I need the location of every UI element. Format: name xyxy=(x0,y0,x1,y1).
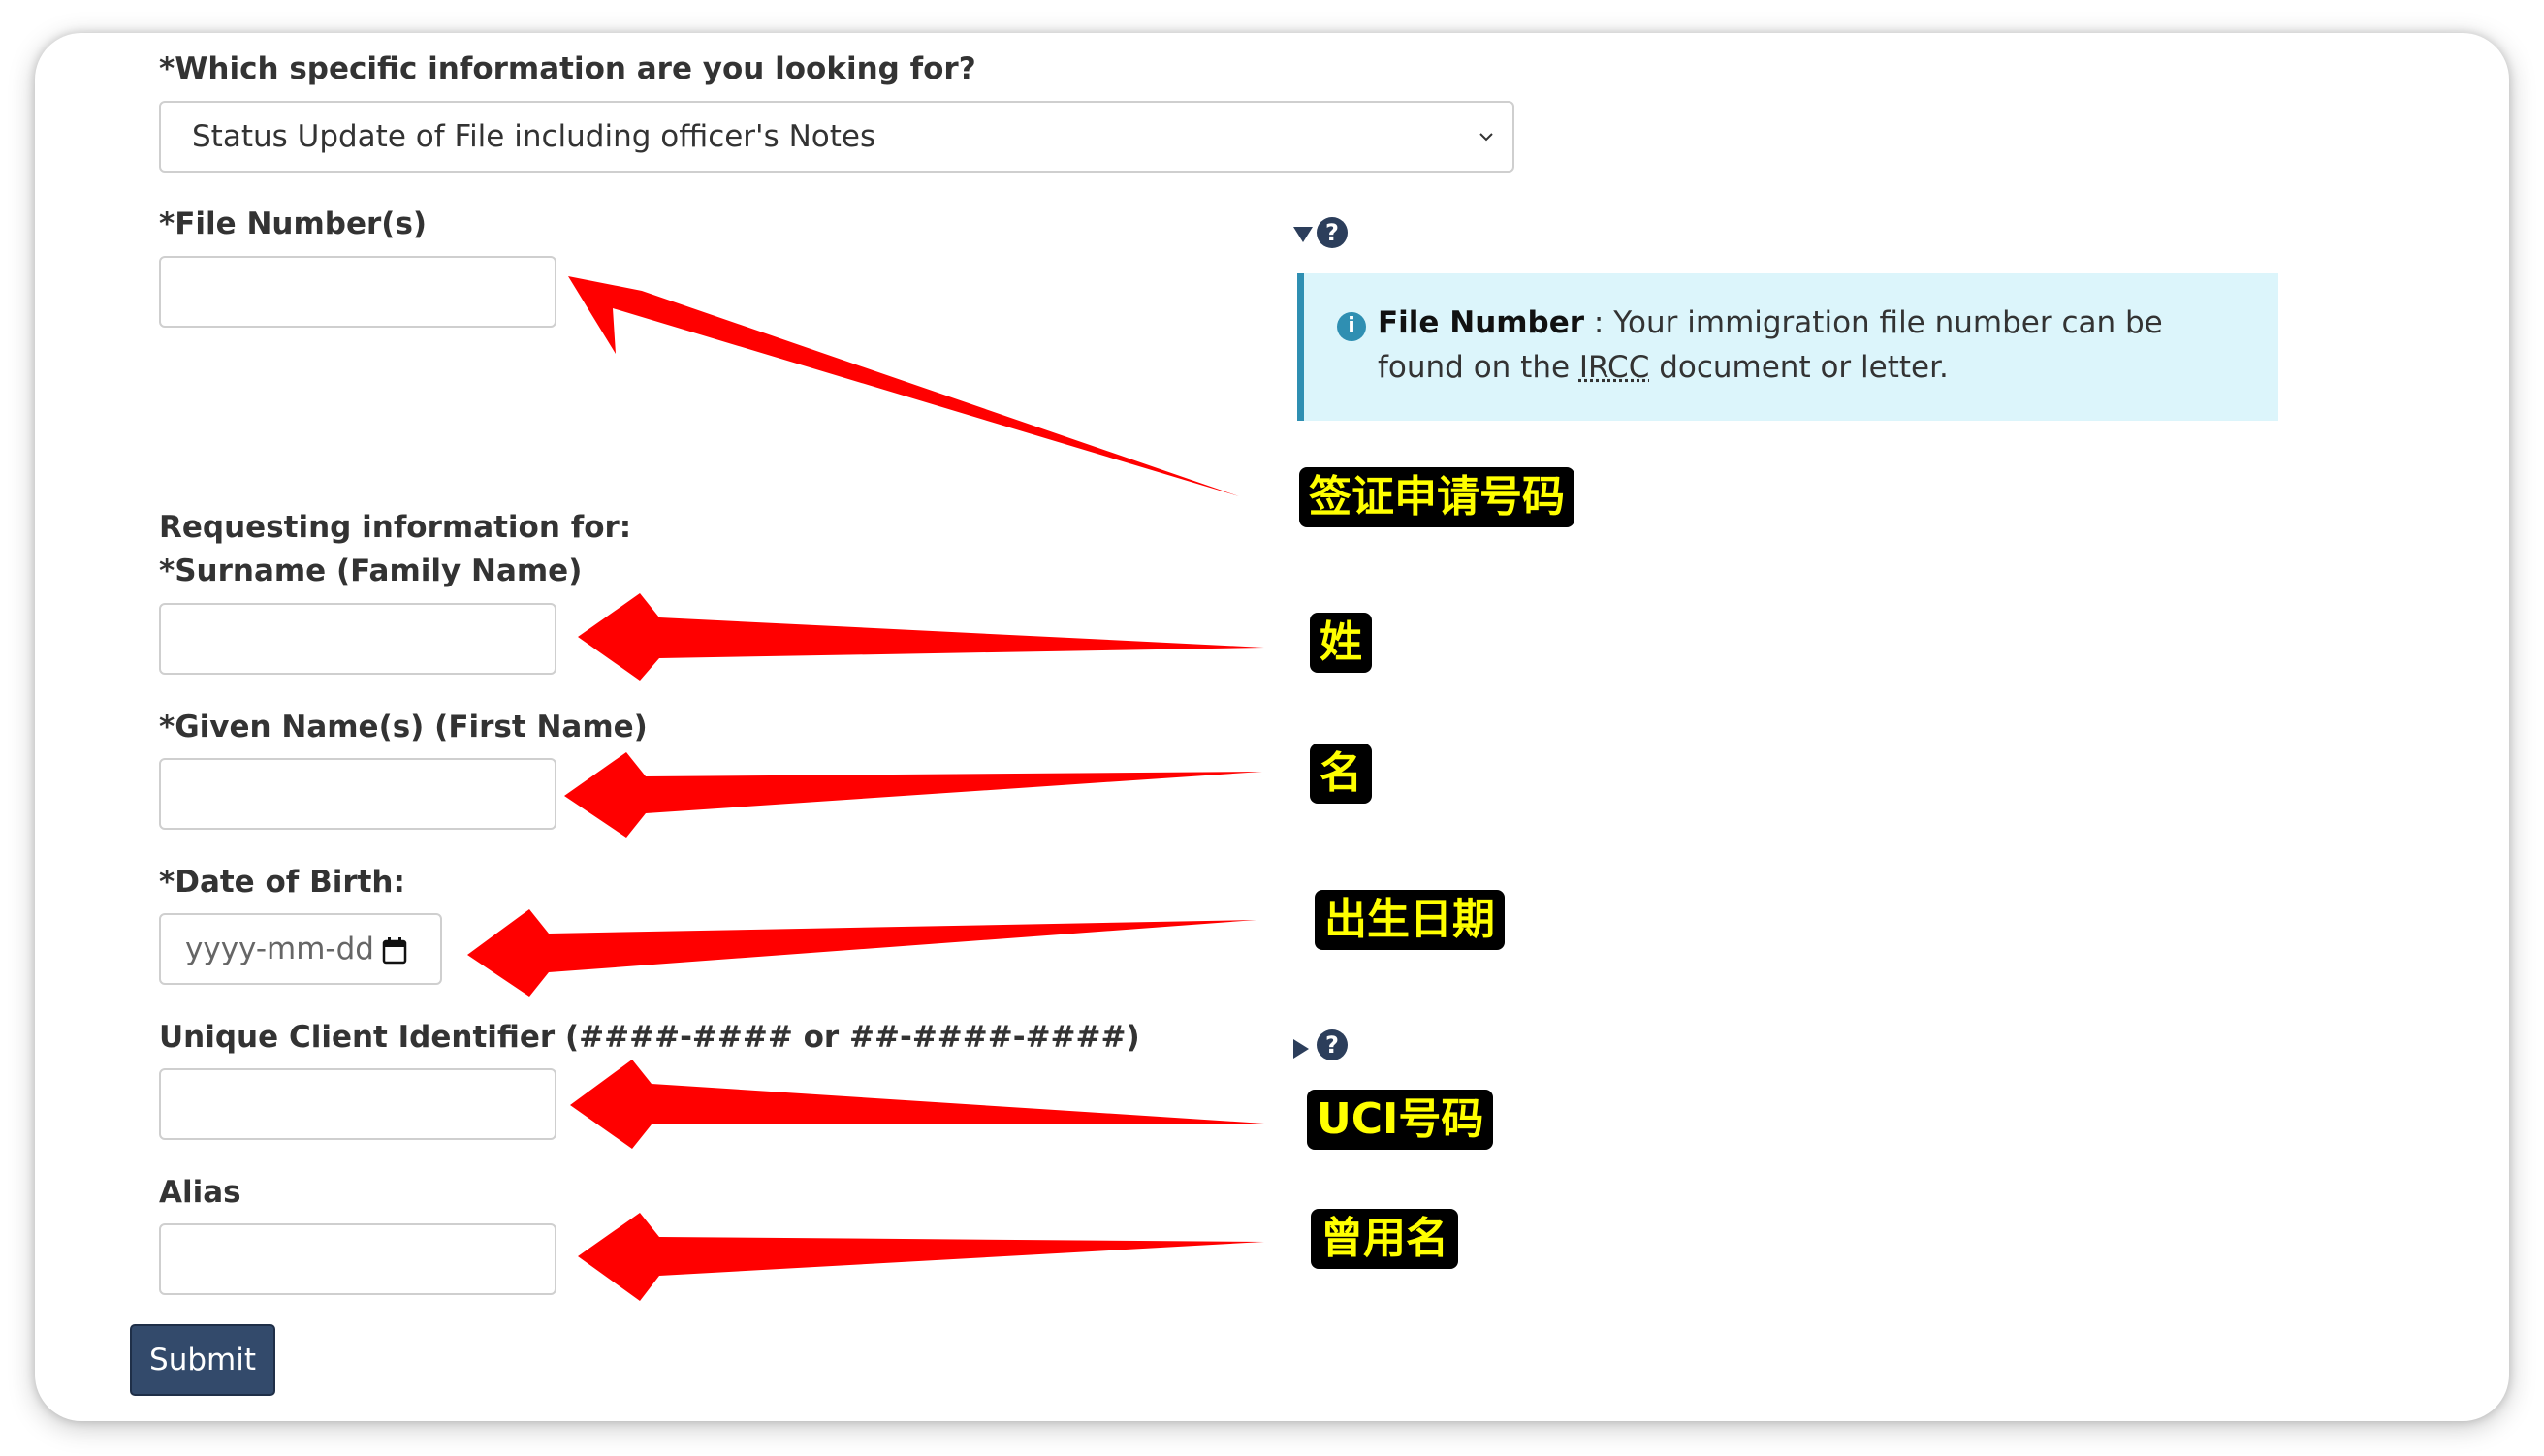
annotation-file-number: 签证申请号码 xyxy=(1299,467,1574,527)
arrow-dob xyxy=(467,909,1256,997)
annotation-surname: 姓 xyxy=(1310,613,1372,673)
annotation-given-name: 名 xyxy=(1310,744,1372,804)
annotation-alias: 曾用名 xyxy=(1311,1209,1458,1269)
annotation-dob: 出生日期 xyxy=(1315,890,1505,950)
arrow-alias xyxy=(578,1213,1264,1301)
arrow-uci xyxy=(570,1060,1264,1149)
annotation-arrows xyxy=(467,276,1264,1301)
arrow-file-number xyxy=(568,276,1239,496)
annotation-uci: UCI号码 xyxy=(1307,1090,1494,1150)
arrow-given-name xyxy=(564,752,1262,838)
arrow-surname xyxy=(578,593,1264,681)
